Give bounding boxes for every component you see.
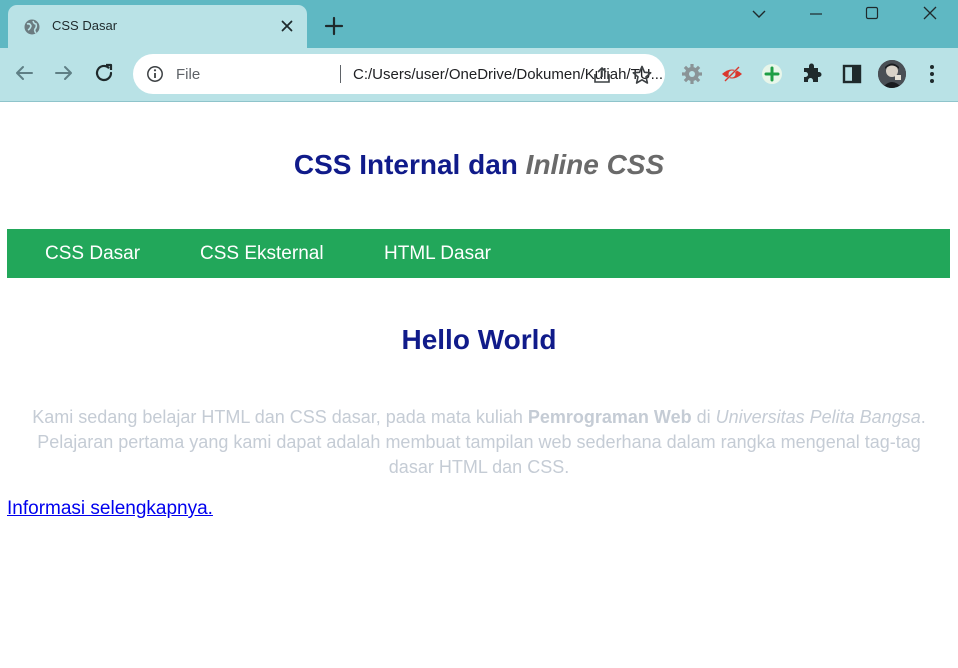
maximize-icon[interactable] — [858, 2, 886, 26]
chevron-down-icon[interactable] — [745, 2, 773, 26]
info-icon[interactable] — [146, 65, 164, 83]
bookmark-star-icon[interactable] — [631, 64, 653, 86]
kebab-menu-icon[interactable] — [920, 62, 944, 86]
section-heading: Hello World — [401, 324, 557, 355]
profile-avatar[interactable] — [878, 60, 906, 88]
nav-link-css-eksternal[interactable]: CSS Eksternal — [200, 243, 324, 265]
forward-arrow-icon[interactable] — [52, 61, 76, 85]
puzzle-extensions-icon[interactable] — [800, 62, 824, 86]
avatar-image-icon — [878, 60, 906, 88]
browser-tab-active[interactable]: CSS Dasar — [8, 5, 307, 48]
url-separator — [340, 65, 341, 83]
intro-paragraph: Kami sedang belajar HTML dan CSS dasar, … — [20, 405, 938, 480]
paragraph-text: Kami sedang belajar HTML dan CSS dasar, … — [32, 407, 528, 427]
site-nav: CSS Dasar CSS Eksternal HTML Dasar — [7, 229, 950, 278]
page-title-italic: Inline CSS — [525, 149, 665, 180]
close-window-icon[interactable] — [916, 2, 944, 26]
tab-strip: CSS Dasar — [0, 0, 958, 48]
page-title-main: CSS Internal dan — [293, 149, 526, 180]
eye-slash-extension-icon[interactable] — [720, 62, 744, 86]
paragraph-italic: Universitas Pelita Bangsa — [715, 407, 921, 427]
page-title: CSS Internal dan Inline CSS — [0, 149, 958, 181]
web-page: CSS Internal dan Inline CSS CSS Dasar CS… — [0, 103, 958, 668]
close-icon[interactable] — [278, 17, 296, 35]
gear-extension-icon[interactable] — [680, 62, 704, 86]
url-scheme-label: File — [176, 66, 201, 83]
url-text[interactable]: C:/Users/user/OneDrive/Dokumen/Kuliah/TU… — [353, 66, 663, 83]
share-icon[interactable] — [591, 64, 613, 86]
address-bar[interactable]: File C:/Users/user/OneDrive/Dokumen/Kuli… — [133, 54, 665, 94]
plus-extension-icon[interactable] — [760, 62, 784, 86]
paragraph-bold: Pemrograman Web — [527, 407, 692, 427]
nav-link-html-dasar[interactable]: HTML Dasar — [384, 243, 491, 265]
new-tab-plus-icon[interactable] — [322, 14, 346, 38]
more-info-link[interactable]: Informasi selengkapnya. — [7, 498, 213, 520]
browser-toolbar: File C:/Users/user/OneDrive/Dokumen/Kuli… — [0, 48, 958, 102]
minimize-icon[interactable] — [802, 2, 830, 26]
paragraph-text: di — [691, 407, 716, 427]
globe-icon — [24, 19, 40, 35]
back-arrow-icon[interactable] — [12, 61, 36, 85]
nav-link-css-dasar[interactable]: CSS Dasar — [45, 243, 140, 265]
side-panel-icon[interactable] — [840, 62, 864, 86]
reload-icon[interactable] — [92, 61, 116, 85]
tab-title: CSS Dasar — [52, 18, 118, 33]
